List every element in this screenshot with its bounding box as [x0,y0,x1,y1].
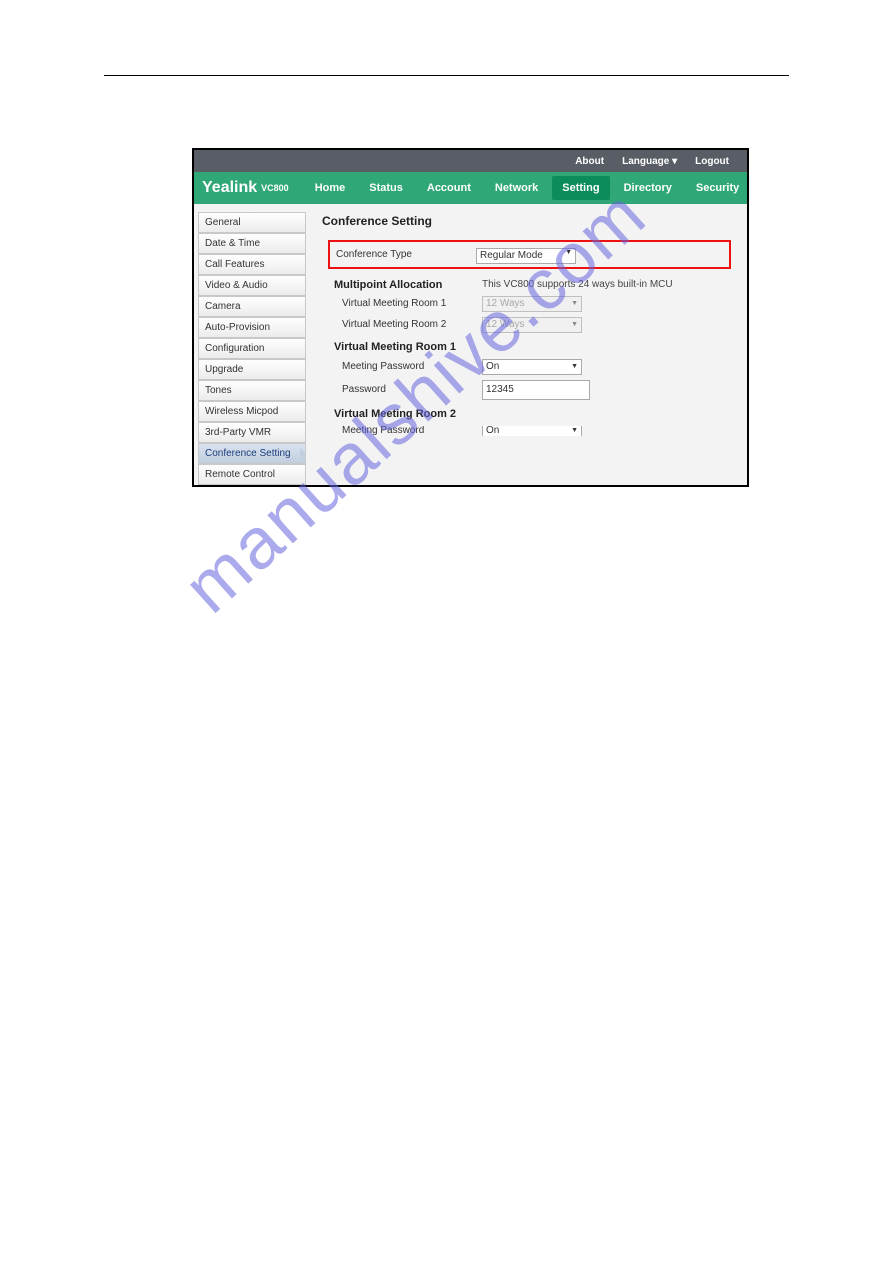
about-link[interactable]: About [575,156,604,167]
nav-home[interactable]: Home [305,176,356,200]
main-panel: Conference Setting Conference Type Regul… [306,204,747,485]
vmr2-pwd-label: Meeting Password [342,426,482,436]
sidebar-item-general[interactable]: General [198,212,306,233]
sidebar-item-tones[interactable]: Tones [198,380,306,401]
brand-model: VC800 [261,183,289,193]
sidebar-item-upgrade[interactable]: Upgrade [198,359,306,380]
main-nav: Yealink VC800 Home Status Account Networ… [194,172,747,204]
vmr2-pwd-select[interactable]: On [482,426,582,436]
sidebar-item-videoaudio[interactable]: Video & Audio [198,275,306,296]
vmr1-alloc-select[interactable]: 12 Ways [482,296,582,312]
nav-setting[interactable]: Setting [552,176,609,200]
sidebar-item-3rdpartyvmr[interactable]: 3rd-Party VMR [198,422,306,443]
page-divider [104,75,789,76]
sidebar-item-configuration[interactable]: Configuration [198,338,306,359]
sidebar-item-datetime[interactable]: Date & Time [198,233,306,254]
vmr1-header: Virtual Meeting Room 1 [334,341,731,353]
page-title: Conference Setting [322,214,731,228]
sidebar-item-autoprovision[interactable]: Auto-Provision [198,317,306,338]
content-area: General Date & Time Call Features Video … [194,204,747,485]
nav-network[interactable]: Network [485,176,548,200]
vmr1-password-input[interactable] [482,380,590,400]
conference-type-select[interactable]: Regular Mode [476,248,576,264]
conference-type-row: Conference Type Regular Mode [328,240,731,269]
vmr1-password-label: Password [342,384,482,395]
vmr2-alloc-select[interactable]: 12 Ways [482,317,582,333]
sidebar-item-camera[interactable]: Camera [198,296,306,317]
multipoint-header: Multipoint Allocation [334,279,482,291]
logout-link[interactable]: Logout [695,156,729,167]
vmr2-header: Virtual Meeting Room 2 [334,408,731,420]
nav-directory[interactable]: Directory [614,176,682,200]
sidebar: General Date & Time Call Features Video … [194,204,306,485]
sidebar-item-remotecontrol[interactable]: Remote Control [198,464,306,485]
sidebar-item-callfeatures[interactable]: Call Features [198,254,306,275]
nav-security[interactable]: Security [686,176,749,200]
yealink-web-ui: About Language ▾ Logout Yealink VC800 Ho… [192,148,749,487]
brand-logo: Yealink [202,179,257,197]
sidebar-item-wirelessmicpod[interactable]: Wireless Micpod [198,401,306,422]
conference-type-label: Conference Type [336,249,476,260]
vmr1-alloc-label: Virtual Meeting Room 1 [342,298,482,309]
vmr1-pwd-select[interactable]: On [482,359,582,375]
language-dropdown[interactable]: Language ▾ [622,156,677,167]
nav-status[interactable]: Status [359,176,413,200]
multipoint-info: This VC800 supports 24 ways built-in MCU [482,279,673,290]
nav-account[interactable]: Account [417,176,481,200]
vmr1-pwd-label: Meeting Password [342,361,482,372]
vmr2-alloc-label: Virtual Meeting Room 2 [342,319,482,330]
top-bar: About Language ▾ Logout [194,150,747,172]
sidebar-item-conferencesetting[interactable]: Conference Setting [198,443,306,464]
